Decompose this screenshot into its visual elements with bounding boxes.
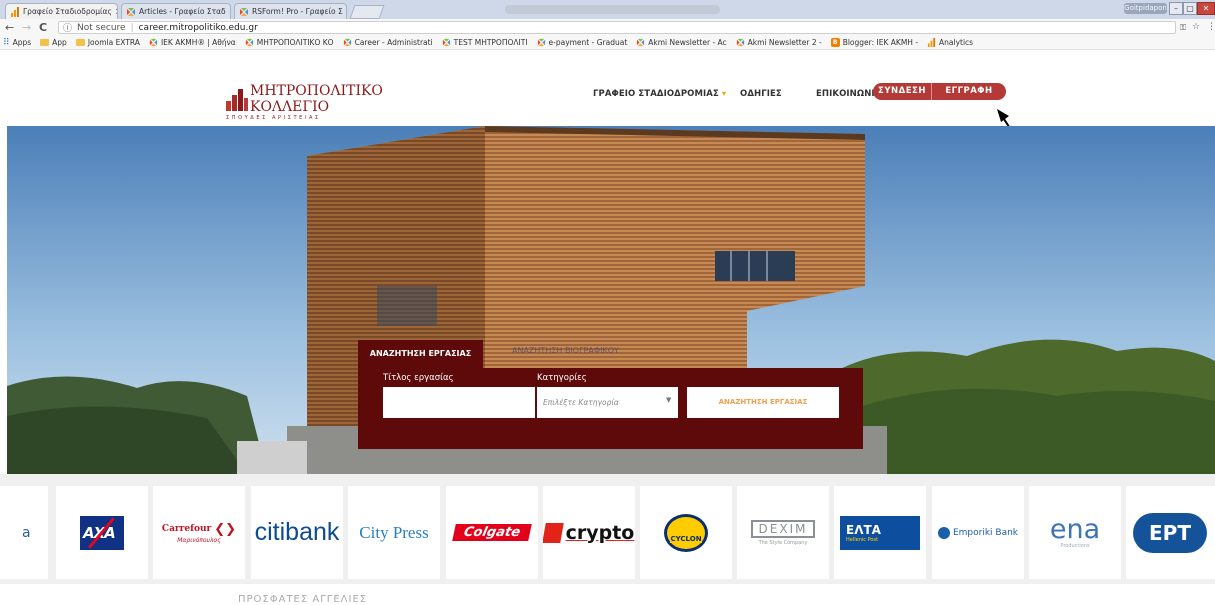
bookmark-career-admin[interactable]: Career - Administrati xyxy=(343,38,433,47)
browser-tab-career[interactable]: Γραφείο Σταδιοδρομίας × xyxy=(5,3,118,19)
logo-line-1[interactable]: ΜΗΤΡΟΠΟΛΙΤΙΚΟ xyxy=(250,83,383,99)
joomla-icon xyxy=(537,38,545,47)
minimize-button[interactable]: – xyxy=(1169,2,1183,15)
partner-logo-ena[interactable]: ena Productions xyxy=(1029,486,1121,579)
browser-tab-rsform[interactable]: RSForm! Pro - Γραφείο Σ × xyxy=(234,3,347,19)
window-user-chip[interactable]: Goitpidapon xyxy=(1124,3,1167,14)
close-icon[interactable]: × xyxy=(346,7,347,17)
partner-logo[interactable]: a xyxy=(0,486,48,579)
job-title-input[interactable] xyxy=(383,387,535,418)
login-button[interactable]: ΣΥΝΔΕΣΗ xyxy=(873,83,931,100)
nav-career-office-label: ΓΡΑΦΕΙΟ ΣΤΑΔΙΟΔΡΟΜΙΑΣ xyxy=(593,89,719,99)
category-select[interactable]: Επιλέξτε Κατηγορία xyxy=(537,387,678,418)
joomla-icon xyxy=(245,38,253,47)
partner-logo-cyclon[interactable]: CYCLON xyxy=(640,486,732,579)
nav-instructions[interactable]: ΟΔΗΓΙΕΣ xyxy=(740,89,782,99)
tab-title: Articles - Γραφείο Σταδ xyxy=(139,7,226,16)
joomla-icon xyxy=(343,38,351,47)
menu-icon[interactable]: ⋮ xyxy=(1207,22,1215,32)
partner-logo-emporiki[interactable]: Emporiki Bank xyxy=(932,486,1024,579)
bookmark-analytics[interactable]: Analytics xyxy=(927,38,973,47)
close-icon[interactable]: × xyxy=(229,7,230,17)
back-icon[interactable]: ← xyxy=(5,21,14,34)
analytics-icon xyxy=(927,38,936,47)
joomla-icon xyxy=(442,38,450,47)
tab-job-search[interactable]: ΑΝΑΖΗΤΗΣΗ ΕΡΓΑΣΙΑΣ xyxy=(358,340,483,368)
nav-contact[interactable]: ΕΠΙΚΟΙΝΩΝΙΑ xyxy=(816,89,881,99)
bookmark-apps[interactable]: ⠿ Apps xyxy=(3,38,31,48)
partner-logo-colgate[interactable]: Colgate xyxy=(446,486,538,579)
partner-logo-citibank[interactable]: citibank xyxy=(251,486,343,579)
bookmark-iek-akmi[interactable]: ΙΕΚ ΑΚΜΗ® | Αθήνα xyxy=(149,38,236,47)
tab-cv-search[interactable]: ΑΝΑΖΗΤΗΣΗ ΒΙΟΓΡΑΦΙΚΟΥ xyxy=(512,344,632,358)
logo-mark-icon[interactable] xyxy=(226,89,248,111)
register-button[interactable]: ΕΓΓΡΑΦΗ xyxy=(931,83,1006,100)
folder-icon xyxy=(75,39,85,46)
job-title-label: Τίτλος εργασίας xyxy=(383,373,454,383)
bookmark-joomla-extra[interactable]: Joomla EXTRA xyxy=(75,38,140,47)
new-tab-button[interactable] xyxy=(349,5,385,19)
recent-listings-heading: ΠΡΟΣΦΑΤΕΣ ΑΓΓΕΛΙΕΣ xyxy=(238,594,368,605)
bookmark-newsletter[interactable]: Akmi Newsletter - Ac xyxy=(636,38,727,47)
window-close-button[interactable]: ✕ xyxy=(1197,2,1215,15)
chevron-down-icon: ▼ xyxy=(666,396,672,404)
category-label: Κατηγορίες xyxy=(537,373,587,383)
divider: | xyxy=(130,22,134,33)
partner-logo-axa[interactable]: AXA xyxy=(56,486,148,579)
partner-logo-elta[interactable]: ΕΛΤΑ Hellenic Post xyxy=(834,486,926,579)
joomla-icon xyxy=(637,38,645,47)
carrefour-logo-icon: ❮❯ xyxy=(214,521,237,537)
bookmark-mitropolitiko[interactable]: ΜΗΤΡΟΠΟΛΙΤΙΚΟ ΚΟ xyxy=(245,38,334,47)
joomla-icon xyxy=(149,38,158,47)
bookmark-app[interactable]: App xyxy=(40,38,67,47)
nav-career-office[interactable]: ΓΡΑΦΕΙΟ ΣΤΑΔΙΟΔΡΟΜΙΑΣ ▾ xyxy=(593,89,726,99)
axa-logo-icon: AXA xyxy=(80,515,124,550)
url-text: career.mitropolitiko.edu.gr xyxy=(138,22,258,33)
logo-line-2[interactable]: ΚΟΛΛΕΓΙΟ xyxy=(250,99,329,115)
bookmarks-bar: ⠿ Apps App Joomla EXTRA ΙΕΚ ΑΚΜΗ® | Αθήνα… xyxy=(0,36,1215,50)
tab-title: RSForm! Pro - Γραφείο Σ xyxy=(252,7,343,16)
close-icon[interactable]: × xyxy=(115,7,117,17)
analytics-icon xyxy=(11,6,19,17)
security-label: Not secure xyxy=(77,22,126,33)
partner-logo-carrefour[interactable]: Carrefour ❮❯ Μαρινόπουλος xyxy=(153,486,245,579)
crypto-logo-icon xyxy=(543,522,564,543)
folder-icon xyxy=(40,39,50,46)
browser-tab-articles[interactable]: Articles - Γραφείο Σταδ × xyxy=(121,3,231,19)
bookmark-blogger[interactable]: B Blogger: ΙΕΚ ΑΚΜΗ - xyxy=(830,38,918,47)
reload-icon[interactable]: C xyxy=(39,21,47,34)
info-icon[interactable]: ⓘ xyxy=(63,21,72,34)
elta-logo-icon: ΕΛΤΑ Hellenic Post xyxy=(840,515,920,550)
bookmark-test[interactable]: TEST ΜΗΤΡΟΠΟΛΙΤΙ xyxy=(442,38,528,47)
emporiki-logo-icon xyxy=(937,526,950,539)
bookmark-epayment[interactable]: e-payment - Graduat xyxy=(537,38,627,47)
joomla-icon xyxy=(127,7,135,16)
partner-logo-citypress[interactable]: City Press xyxy=(348,486,440,579)
cyclon-logo-icon: CYCLON xyxy=(664,513,708,552)
key-icon[interactable]: ⚿ xyxy=(1180,23,1186,33)
partner-logo-crypto[interactable]: crypto xyxy=(543,486,635,579)
joomla-icon xyxy=(240,7,248,16)
partner-logo-dexim[interactable]: DEXIM The Style Company xyxy=(737,486,829,579)
star-icon[interactable]: ☆ xyxy=(1192,22,1200,32)
search-jobs-button[interactable]: ΑΝΑΖΗΤΗΣΗ ΕΡΓΑΣΙΑΣ xyxy=(687,387,839,418)
url-input[interactable]: ⓘ Not secure | career.mitropolitiko.edu.… xyxy=(58,21,1176,34)
forward-icon[interactable]: → xyxy=(22,21,31,34)
apps-icon: ⠿ xyxy=(3,37,10,48)
blogger-icon: B xyxy=(830,38,840,47)
partner-logo-ert[interactable]: EPT xyxy=(1126,486,1215,579)
joomla-icon xyxy=(736,38,744,47)
tab-title: Γραφείο Σταδιοδρομίας xyxy=(23,7,112,16)
maximize-button[interactable]: ▢ xyxy=(1183,2,1197,15)
logo-tagline: ΣΠΟΥΔΕΣ ΑΡΙΣΤΕΙΑΣ xyxy=(226,115,321,121)
window-title-blurred xyxy=(505,5,720,14)
chevron-down-icon: ▾ xyxy=(721,89,727,98)
bookmark-newsletter-2[interactable]: Akmi Newsletter 2 - xyxy=(736,38,822,47)
